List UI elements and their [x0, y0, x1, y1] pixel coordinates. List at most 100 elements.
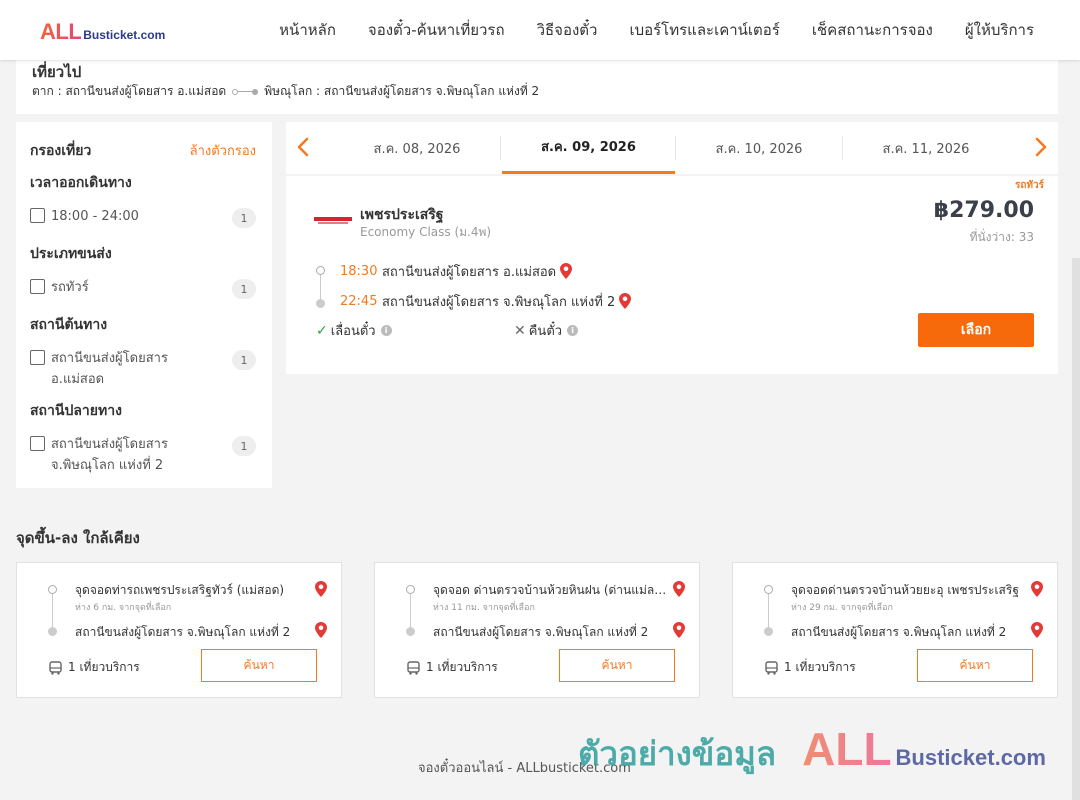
filter-section-origin-station: สถานีต้นทาง สถานีขนส่งผู้โดยสาร อ.แม่สอด… — [30, 314, 256, 390]
ticket-price: ฿279.00 — [933, 198, 1034, 223]
filter-option[interactable]: สถานีขนส่งผู้โดยสาร อ.แม่สอด 1 — [30, 348, 256, 390]
reschedule-policy[interactable]: ✓ เลื่อนตั๋ว i — [316, 320, 392, 341]
section-title: สถานีต้นทาง — [30, 317, 108, 333]
option-label: สถานีขนส่งผู้โดยสาร อ.แม่สอด — [51, 351, 168, 387]
nearby-destination: สถานีขนส่งผู้โดยสาร จ.พิษณุโลก แห่งที่ 2 — [75, 625, 291, 639]
map-pin-icon[interactable] — [673, 581, 685, 597]
logo-rest-text: Busticket.com — [83, 28, 166, 42]
option-count-badge: 1 — [232, 436, 256, 456]
operator-logo-icon — [314, 217, 352, 224]
departure-dot — [316, 266, 325, 275]
footer-text[interactable]: จองตั๋วออนไลน์ - ALLbusticket.com — [418, 757, 631, 778]
refund-label: คืนตั๋ว — [528, 324, 563, 339]
filter-section-departure-time: เวลาออกเดินทาง 18:00 - 24:00 1 — [30, 172, 256, 228]
nav-phone-counter[interactable]: เบอร์โทรและเคาน์เตอร์ — [613, 18, 795, 42]
nearby-stops-title: จุดขึ้น-ลง ใกล้เคียง — [16, 529, 140, 547]
nav-home[interactable]: หน้าหลัก — [263, 18, 352, 42]
nearby-search-button[interactable]: ค้นหา — [559, 649, 675, 682]
departure-station: สถานีขนส่งผู้โดยสาร อ.แม่สอด — [382, 264, 557, 280]
arrival-row: 22:45 สถานีขนส่งผู้โดยสาร จ.พิษณุโลก แห่… — [316, 286, 716, 316]
trip-count-label: 1 เที่ยวบริการ — [68, 660, 140, 674]
checkbox[interactable] — [30, 279, 45, 294]
nav-how-to-book[interactable]: วิธีจองตั๋ว — [521, 18, 614, 42]
timeline-line — [52, 591, 53, 629]
map-pin-icon[interactable] — [673, 622, 685, 638]
checkbox[interactable] — [30, 350, 45, 365]
filter-panel: กรองเที่ยว ล้างตัวกรอง เวลาออกเดินทาง 18… — [16, 122, 272, 488]
trip-direction-title: เที่ยวไป — [32, 63, 82, 81]
nav-book-search[interactable]: จองตั๋ว-ค้นหาเที่ยวรถ — [352, 18, 521, 42]
nearby-origin: จุดจอด ด่านตรวจบ้านห้วยหินฝน (ด่านแม่ละเ… — [433, 583, 683, 597]
map-pin-icon[interactable] — [1031, 622, 1043, 638]
date-tab[interactable]: ส.ค. 08, 2026 — [334, 122, 500, 174]
arrival-station: สถานีขนส่งผู้โดยสาร จ.พิษณุโลก แห่งที่ 2 — [382, 294, 616, 310]
route-origin: ตาก : สถานีขนส่งผู้โดยสาร อ.แม่สอด — [32, 84, 227, 98]
nearby-trip-count: 1 เที่ยวบริการ — [765, 658, 856, 677]
trip-route: ตาก : สถานีขนส่งผู้โดยสาร อ.แม่สอด พิษณุ… — [32, 82, 539, 101]
nearby-stop-card: จุดจอด ด่านตรวจบ้านห้วยหินฝน (ด่านแม่ละเ… — [374, 562, 700, 698]
filter-option[interactable]: รถทัวร์ 1 — [30, 277, 256, 299]
bus-icon — [765, 660, 778, 675]
section-title: เวลาออกเดินทาง — [30, 175, 132, 191]
date-tab[interactable]: ส.ค. 11, 2026 — [843, 122, 1009, 174]
filter-title: กรองเที่ยว — [30, 143, 92, 159]
filter-header: กรองเที่ยว ล้างตัวกรอง — [30, 140, 256, 162]
nav-check-booking[interactable]: เช็คสถานะการจอง — [796, 18, 949, 42]
check-icon: ✓ — [316, 322, 328, 339]
watermark-logo-all: ALL — [802, 723, 892, 775]
map-pin-icon[interactable] — [1031, 581, 1043, 597]
date-tab[interactable]: ส.ค. 10, 2026 — [676, 122, 842, 174]
nearby-trip-count: 1 เที่ยวบริการ — [407, 658, 498, 677]
trip-summary: เที่ยวไป ตาก : สถานีขนส่งผู้โดยสาร อ.แม่… — [16, 58, 1058, 114]
nearby-search-button[interactable]: ค้นหา — [201, 649, 317, 682]
origin-dot — [764, 585, 773, 594]
cross-icon: ✕ — [514, 322, 526, 339]
checkbox[interactable] — [30, 208, 45, 223]
watermark-logo-rest: Busticket.com — [895, 745, 1046, 770]
map-pin-icon[interactable] — [560, 263, 573, 279]
departure-time: 18:30 — [340, 263, 378, 279]
sample-data-watermark: ตัวอย่างข้อมูล ALL Busticket.com — [578, 722, 1046, 780]
option-label: รถทัวร์ — [51, 280, 89, 295]
destination-dot — [48, 627, 57, 636]
top-header: ALL Busticket.com หน้าหลัก จองตั๋ว-ค้นหา… — [0, 0, 1080, 60]
arrival-time: 22:45 — [340, 293, 378, 309]
main-nav: หน้าหลัก จองตั๋ว-ค้นหาเที่ยวรถ วิธีจองตั… — [263, 0, 1050, 60]
nearby-distance: ห่าง 11 กม. จากจุดที่เลือก — [433, 603, 535, 613]
nearby-distance: ห่าง 6 กม. จากจุดที่เลือก — [75, 603, 172, 613]
prev-date-arrow-icon[interactable] — [292, 135, 316, 159]
section-title: ประเภทขนส่ง — [30, 246, 112, 262]
page-scrollbar[interactable] — [1072, 258, 1080, 800]
arrival-dot — [316, 299, 325, 308]
checkbox[interactable] — [30, 436, 45, 451]
route-destination: พิษณุโลก : สถานีขนส่งผู้โดยสาร จ.พิษณุโล… — [264, 84, 540, 98]
info-icon[interactable]: i — [380, 325, 392, 336]
tab-divider — [500, 136, 501, 160]
seats-available: ที่นั่งว่าง: 33 — [969, 230, 1034, 244]
site-logo[interactable]: ALL Busticket.com — [40, 19, 165, 45]
bus-icon — [407, 660, 420, 675]
next-date-arrow-icon[interactable] — [1028, 135, 1052, 159]
refund-policy[interactable]: ✕ คืนตั๋ว i — [514, 320, 579, 341]
trip-result-card: รถทัวร์ เพชรประเสริฐ Economy Class (ม.4พ… — [286, 176, 1058, 374]
filter-option[interactable]: สถานีขนส่งผู้โดยสาร จ.พิษณุโลก แห่งที่ 2… — [30, 434, 256, 476]
map-pin-icon[interactable] — [315, 581, 327, 597]
clear-filters-link[interactable]: ล้างตัวกรอง — [190, 140, 256, 162]
nearby-destination: สถานีขนส่งผู้โดยสาร จ.พิษณุโลก แห่งที่ 2 — [433, 625, 649, 639]
filter-option[interactable]: 18:00 - 24:00 1 — [30, 206, 256, 228]
info-icon[interactable]: i — [567, 325, 579, 336]
trip-timeline: 18:30 สถานีขนส่งผู้โดยสาร อ.แม่สอด 22:45… — [316, 256, 716, 316]
trip-count-label: 1 เที่ยวบริการ — [784, 660, 856, 674]
nearby-origin: จุดจอดท่ารถเพชรประเสริฐทัวร์ (แม่สอด) — [75, 583, 285, 597]
bus-type-tag: รถทัวร์ — [1014, 180, 1044, 191]
map-pin-icon[interactable] — [619, 293, 632, 309]
date-tab-active[interactable]: ส.ค. 09, 2026 — [502, 122, 675, 174]
nearby-search-button[interactable]: ค้นหา — [917, 649, 1033, 682]
nav-operators[interactable]: ผู้ให้บริการ — [949, 18, 1050, 42]
nearby-distance: ห่าง 29 กม. จากจุดที่เลือก — [791, 603, 893, 613]
select-trip-button[interactable]: เลือก — [918, 313, 1034, 347]
map-pin-icon[interactable] — [315, 622, 327, 638]
nearby-trip-count: 1 เที่ยวบริการ — [49, 658, 140, 677]
nearby-origin: จุดจอดด่านตรวจบ้านห้วยยะอุ เพชรประเสริฐ — [791, 583, 1019, 597]
destination-dot — [406, 627, 415, 636]
